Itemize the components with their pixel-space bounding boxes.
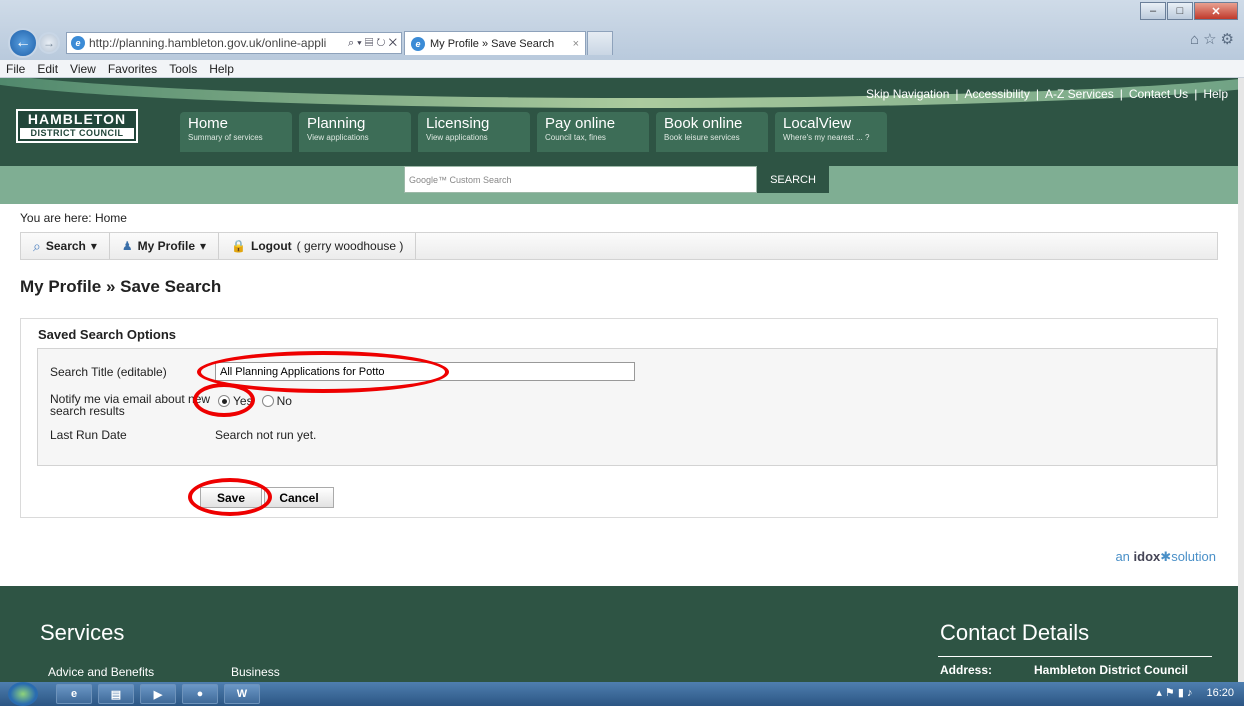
accessibility-link[interactable]: Accessibility [965,87,1030,101]
tray-icons[interactable]: ▴ ⚑ ▮ ♪ [1156,686,1192,699]
breadcrumb-prefix: You are here: [20,211,92,225]
menu-bar: File Edit View Favorites Tools Help [0,60,1244,78]
nav-tab-localview[interactable]: LocalView Where's my nearest ... ? [775,112,887,152]
footer-link-business[interactable]: Business [231,665,280,679]
menu-view[interactable]: View [70,62,96,76]
address-url[interactable]: http://planning.hambleton.gov.uk/online-… [89,36,326,50]
minimize-button[interactable]: – [1140,2,1166,20]
notify-label: Notify me via email about new search res… [50,392,211,418]
star-icon: ✱ [1160,549,1172,564]
highlight-ellipse-save [188,478,272,516]
footer-address-value: Hambleton District Council [1034,663,1189,677]
page-scrollbar[interactable] [1238,78,1244,682]
tab-title: My Profile » Save Search [430,37,555,50]
browser-toolbar-icons[interactable]: ⌂☆⚙ [1190,30,1238,48]
footer-address-label: Address: [940,663,993,677]
site-search-button[interactable]: SEARCH [757,166,829,193]
menu-tools[interactable]: Tools [169,62,197,76]
search-title-label: Search Title (editable) [50,365,167,379]
nav-tab-planning[interactable]: Planning View applications [299,112,411,152]
address-bar[interactable]: e http://planning.hambleton.gov.uk/onlin… [66,32,402,54]
profile-toolbar: ⌕ Search ▾ ♟ My Profile ▾ 🔒 Logout( gerry … [20,232,1218,260]
logo-line2: DISTRICT COUNCIL [20,128,134,139]
chevron-down-icon: ▾ [90,239,97,253]
window-controls: – □ ✕ [1140,2,1238,20]
idox-logo[interactable]: an idox✱solution [1115,549,1216,565]
taskbar-word-icon[interactable]: W [224,684,260,704]
contact-us-link[interactable]: Contact Us [1129,87,1188,101]
forward-button[interactable]: → [38,32,60,54]
tab-close-icon[interactable]: × [573,38,585,50]
menu-file[interactable]: File [6,62,25,76]
windows-taskbar: e ▤ ▶ ● W ▴ ⚑ ▮ ♪ 16:20 [0,682,1244,706]
notify-no-label: No [276,394,292,408]
page-title: My Profile » Save Search [20,277,222,296]
system-tray: ▴ ⚑ ▮ ♪ 16:20 [1156,686,1234,700]
back-button[interactable]: ← [8,28,38,58]
start-button[interactable] [8,682,38,706]
highlight-ellipse-yes [193,383,255,417]
taskbar-ie-icon[interactable]: e [56,684,92,704]
menu-edit[interactable]: Edit [37,62,58,76]
logout-button[interactable]: 🔒 Logout( gerry woodhouse ) [219,233,417,259]
clock[interactable]: 16:20 [1206,687,1234,699]
footer-link-advice[interactable]: Advice and Benefits [48,665,154,679]
notify-no-radio[interactable] [261,395,274,407]
tab-active[interactable]: e My Profile » Save Search × [404,31,586,55]
magnifier-icon: ⌕ [33,237,41,254]
my-profile-menu-button[interactable]: ♟ My Profile ▾ [110,233,220,259]
footer-services-title: Services [40,620,125,645]
search-menu-button[interactable]: ⌕ Search ▾ [21,233,110,259]
menu-favorites[interactable]: Favorites [108,62,157,76]
lock-icon: 🔒 [231,239,247,253]
taskbar-media-icon[interactable]: ▶ [140,684,176,704]
footer-divider [938,656,1212,657]
maximize-button[interactable]: □ [1167,2,1193,20]
cancel-button[interactable]: Cancel [264,487,334,508]
taskbar-explorer-icon[interactable]: ▤ [98,684,134,704]
close-window-button[interactable]: ✕ [1194,2,1238,20]
ie-page-icon: e [71,36,85,50]
last-run-value: Search not run yet. [215,428,317,442]
address-tools-icon[interactable]: ⌕ ▾ ▤ ↻ ✕ [348,37,401,50]
skip-navigation-link[interactable]: Skip Navigation [866,87,949,101]
site-search-input[interactable]: Google™ Custom Search [404,166,757,193]
az-services-link[interactable]: A-Z Services [1045,87,1114,101]
breadcrumb-home-link[interactable]: Home [95,211,127,225]
address-row: ← → e http://planning.hambleton.gov.uk/o… [0,26,1244,60]
footer-contact-title: Contact Details [940,620,1090,645]
menu-help[interactable]: Help [209,62,234,76]
utility-links: Skip Navigation | Accessibility | A-Z Serv… [866,87,1228,101]
section-title: Saved Search Options [38,327,176,342]
help-link[interactable]: Help [1203,87,1228,101]
new-tab-button[interactable] [587,31,613,55]
logout-user: ( gerry woodhouse ) [296,239,404,253]
nav-tab-book-online[interactable]: Book online Book leisure services [656,112,768,152]
council-logo[interactable]: HAMBLETON DISTRICT COUNCIL [16,109,138,143]
user-icon: ♟ [121,239,133,253]
nav-tab-licensing[interactable]: Licensing View applications [418,112,530,152]
taskbar-firefox-icon[interactable]: ● [182,684,218,704]
last-run-label: Last Run Date [50,428,127,442]
logo-line1: HAMBLETON [27,111,127,127]
breadcrumb: You are here: Home [20,211,127,225]
tab-ie-icon: e [411,36,425,51]
nav-tab-pay-online[interactable]: Pay online Council tax, fines [537,112,649,152]
site-banner: Skip Navigation | Accessibility | A-Z Serv… [0,78,1240,166]
nav-tab-home[interactable]: Home Summary of services [180,112,292,152]
chevron-down-icon: ▾ [200,239,207,253]
